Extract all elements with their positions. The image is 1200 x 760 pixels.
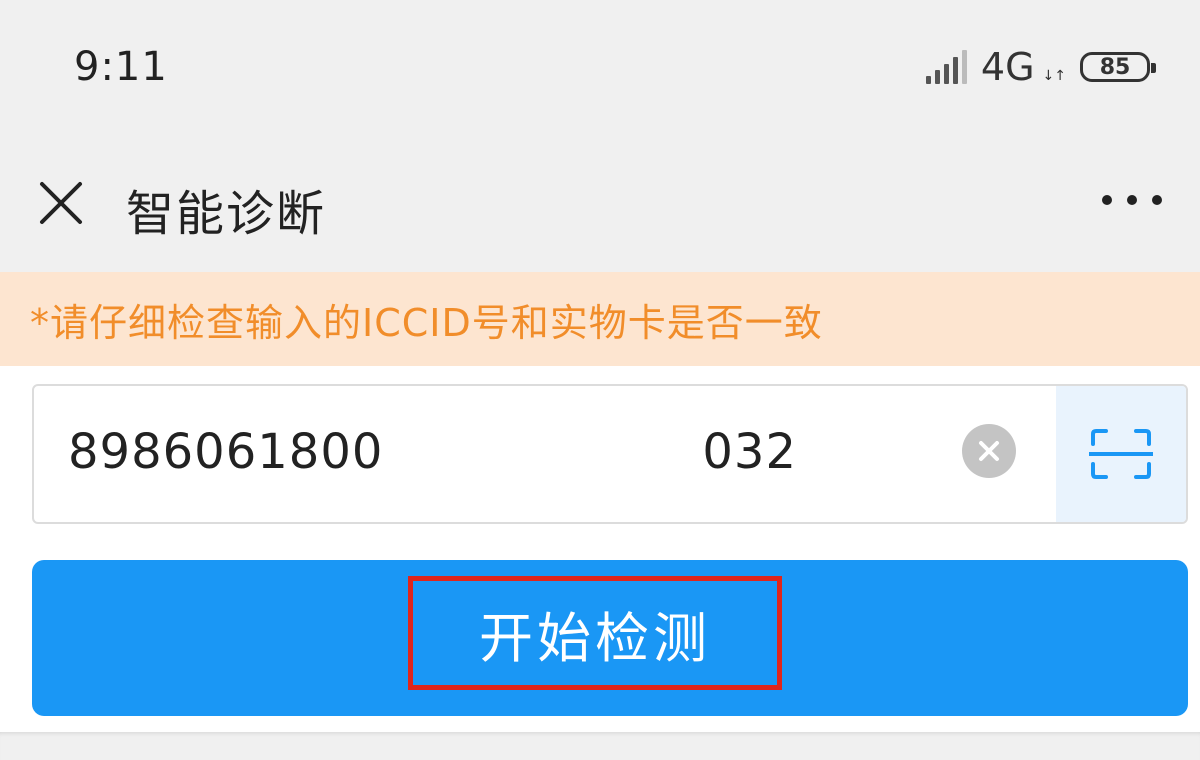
scan-icon xyxy=(1089,429,1153,479)
start-detection-label: 开始检测 xyxy=(479,606,711,670)
battery-icon: 85 xyxy=(1080,52,1156,82)
warning-banner: *请仔细检查输入的ICCID号和实物卡是否一致 xyxy=(0,272,1200,366)
network-label: 4G xyxy=(980,45,1035,89)
page-title: 智能诊断 xyxy=(126,186,327,242)
iccid-input[interactable]: 8986061800 032 xyxy=(32,384,1188,524)
close-icon[interactable] xyxy=(38,180,84,226)
bottom-strip xyxy=(0,732,1200,760)
status-bar: 9:11 4G ↓↑ 85 xyxy=(0,0,1200,130)
more-icon[interactable] xyxy=(1102,190,1162,210)
start-detection-button[interactable]: 开始检测 xyxy=(32,560,1188,716)
warning-text: *请仔细检查输入的ICCID号和实物卡是否一致 xyxy=(30,300,823,345)
data-activity-icon: ↓↑ xyxy=(1042,68,1066,84)
signal-icon xyxy=(925,50,967,84)
clear-icon[interactable] xyxy=(962,424,1016,478)
status-time: 9:11 xyxy=(74,44,168,90)
screen: 9:11 4G ↓↑ 85 智能诊断 *请仔细检查输入的ICCID号和实物卡是否… xyxy=(0,0,1200,760)
scan-button[interactable] xyxy=(1056,386,1186,522)
status-indicators: 4G ↓↑ 85 xyxy=(925,44,1156,90)
content-area: 8986061800 032 开始检测 xyxy=(0,366,1200,732)
iccid-value[interactable]: 8986061800 032 xyxy=(68,424,797,480)
nav-bar: 智能诊断 xyxy=(0,140,1200,260)
battery-level: 85 xyxy=(1099,54,1131,80)
highlight-box: 开始检测 xyxy=(408,576,782,690)
